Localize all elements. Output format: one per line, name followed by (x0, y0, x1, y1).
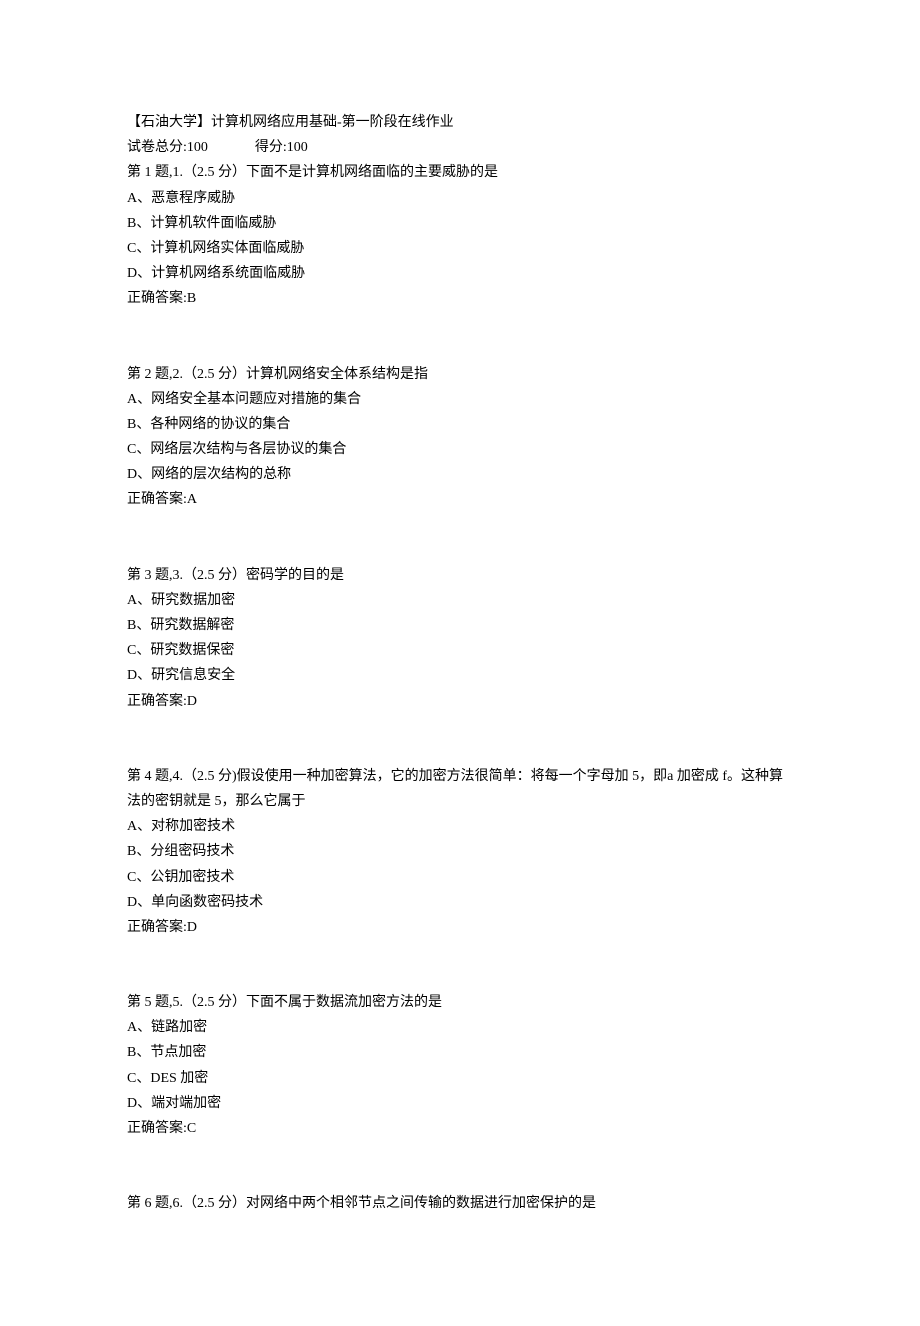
question-header: 第 1 题,1.（2.5 分）下面不是计算机网络面临的主要威胁的是 (127, 160, 793, 185)
document-title: 【石油大学】计算机网络应用基础-第一阶段在线作业 (127, 110, 793, 135)
obtained-score-label: 得分:100 (255, 140, 308, 155)
question-header: 第 4 题,4.（2.5 分)假设使用一种加密算法，它的加密方法很简单：将每一个… (127, 764, 793, 814)
question-option: C、研究数据保密 (127, 638, 793, 663)
question-answer: 正确答案:D (127, 689, 793, 714)
question-option: D、端对端加密 (127, 1091, 793, 1116)
question-option: C、公钥加密技术 (127, 865, 793, 890)
question-block: 第 6 题,6.（2.5 分）对网络中两个相邻节点之间传输的数据进行加密保护的是 (127, 1191, 793, 1216)
question-option: C、计算机网络实体面临威胁 (127, 236, 793, 261)
score-line: 试卷总分:100 得分:100 (127, 135, 793, 160)
question-option: A、对称加密技术 (127, 814, 793, 839)
question-option: B、计算机软件面临威胁 (127, 211, 793, 236)
question-option: D、研究信息安全 (127, 663, 793, 688)
question-header: 第 5 题,5.（2.5 分）下面不属于数据流加密方法的是 (127, 990, 793, 1015)
question-option: B、节点加密 (127, 1040, 793, 1065)
question-option: D、单向函数密码技术 (127, 890, 793, 915)
question-block: 第 3 题,3.（2.5 分）密码学的目的是A、研究数据加密B、研究数据解密C、… (127, 563, 793, 714)
question-header: 第 6 题,6.（2.5 分）对网络中两个相邻节点之间传输的数据进行加密保护的是 (127, 1191, 793, 1216)
question-answer: 正确答案:A (127, 487, 793, 512)
question-block: 第 5 题,5.（2.5 分）下面不属于数据流加密方法的是A、链路加密B、节点加… (127, 990, 793, 1141)
total-score-label: 试卷总分:100 (127, 140, 208, 155)
question-option: D、网络的层次结构的总称 (127, 462, 793, 487)
question-header: 第 2 题,2.（2.5 分）计算机网络安全体系结构是指 (127, 362, 793, 387)
question-option: C、DES 加密 (127, 1066, 793, 1091)
question-block: 第 2 题,2.（2.5 分）计算机网络安全体系结构是指A、网络安全基本问题应对… (127, 362, 793, 513)
question-option: B、研究数据解密 (127, 613, 793, 638)
question-option: B、分组密码技术 (127, 839, 793, 864)
question-answer: 正确答案:B (127, 286, 793, 311)
question-block: 第 1 题,1.（2.5 分）下面不是计算机网络面临的主要威胁的是A、恶意程序威… (127, 160, 793, 311)
question-option: C、网络层次结构与各层协议的集合 (127, 437, 793, 462)
question-answer: 正确答案:D (127, 915, 793, 940)
question-answer: 正确答案:C (127, 1116, 793, 1141)
question-header: 第 3 题,3.（2.5 分）密码学的目的是 (127, 563, 793, 588)
question-option: B、各种网络的协议的集合 (127, 412, 793, 437)
question-option: D、计算机网络系统面临威胁 (127, 261, 793, 286)
question-option: A、研究数据加密 (127, 588, 793, 613)
question-option: A、恶意程序威胁 (127, 186, 793, 211)
question-block: 第 4 题,4.（2.5 分)假设使用一种加密算法，它的加密方法很简单：将每一个… (127, 764, 793, 940)
question-option: A、链路加密 (127, 1015, 793, 1040)
question-option: A、网络安全基本问题应对措施的集合 (127, 387, 793, 412)
